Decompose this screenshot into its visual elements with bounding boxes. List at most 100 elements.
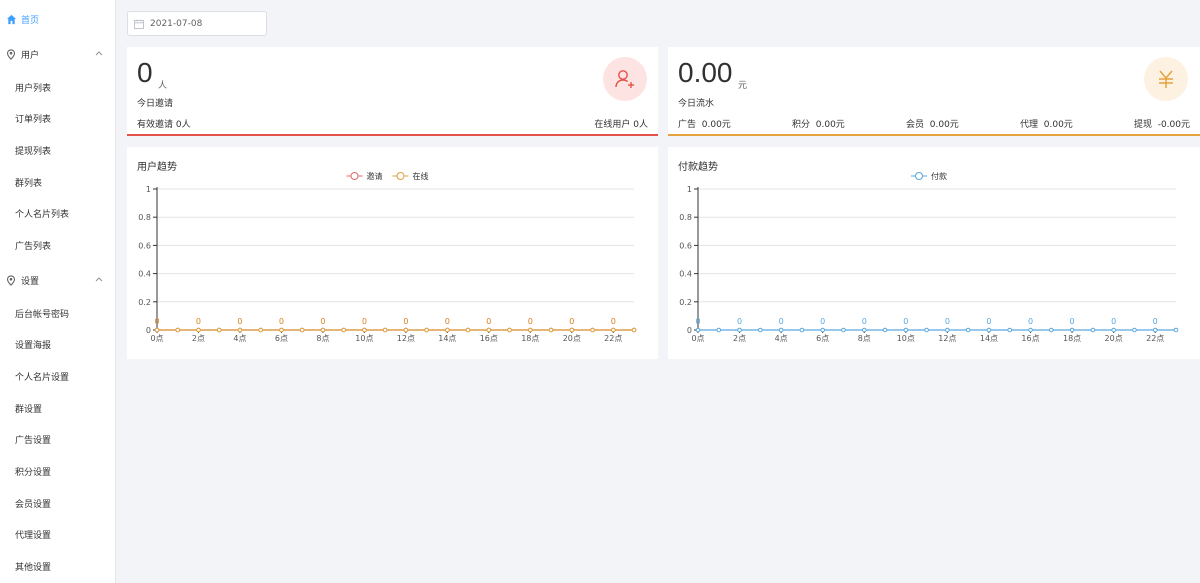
flow-accent-line — [668, 134, 1200, 136]
sidebar-item[interactable]: 订单列表 — [0, 105, 116, 133]
data-point — [237, 327, 243, 333]
main-content: 2021-07-08 0 人 今日邀请 有效邀请 0人 在线用户 0人 0.00… — [117, 0, 1200, 583]
x-tick-label: 8点 — [858, 334, 871, 343]
location-icon — [5, 48, 17, 60]
sidebar-item[interactable]: 广告列表 — [0, 232, 116, 260]
sidebar-item[interactable]: 提现列表 — [0, 136, 116, 164]
data-point — [778, 327, 784, 333]
data-point — [362, 327, 367, 333]
flow-card: 0.00 元 今日流水 广告 0.00元 积分 0.00元 会员 0.00元 代理 0… — [668, 47, 1200, 136]
sidebar-item-label: 会员设置 — [15, 499, 52, 510]
data-label: 0 — [862, 317, 867, 326]
valid-invite-label: 有效邀请 — [137, 120, 174, 130]
sidebar-item-label: 积分设置 — [15, 468, 52, 478]
x-tick-label: 16点 — [1021, 334, 1039, 343]
data-point — [1173, 327, 1179, 333]
data-point — [965, 327, 971, 333]
data-label: 0 — [737, 317, 742, 326]
data-label: 0 — [820, 317, 825, 326]
data-point — [1111, 327, 1116, 333]
sidebar-group-label: 设置 — [21, 276, 40, 287]
y-tick-label: 0.4 — [679, 270, 692, 279]
sidebar-item[interactable]: 广告设置 — [0, 426, 116, 454]
sidebar-item[interactable]: 会员设置 — [0, 489, 116, 517]
sidebar-item-label: 设置海报 — [15, 341, 52, 352]
data-point — [590, 327, 595, 333]
sidebar-item-label: 个人名片设置 — [15, 372, 70, 383]
invite-accent-line — [127, 134, 658, 136]
data-label: 0 — [611, 317, 616, 326]
legend-swatch-marker — [350, 172, 359, 180]
x-tick-label: 16点 — [480, 334, 498, 343]
user-trend-chart: 00.20.40.60.810点 2点 4点 6点 8点 10点 12点 14点 16点 18点 2… — [138, 171, 637, 343]
data-point — [716, 327, 722, 333]
data-point — [1028, 327, 1033, 333]
data-point — [175, 327, 181, 333]
sidebar-item-label: 提现列表 — [15, 146, 52, 157]
chevron-up-icon — [94, 275, 104, 283]
data-point — [1132, 327, 1137, 333]
data-label: 0 — [528, 317, 533, 326]
sidebar-item-label: 广告设置 — [15, 436, 52, 447]
data-point — [548, 327, 554, 333]
legend-label: 付款 — [931, 171, 947, 181]
y-tick-label: 0.4 — [138, 270, 151, 279]
data-point — [507, 327, 512, 333]
date-picker[interactable]: 2021-07-08 — [127, 11, 267, 36]
data-point — [1152, 327, 1158, 333]
data-point — [1090, 327, 1096, 333]
x-tick-label: 14点 — [438, 334, 456, 343]
invite-count: 0 — [137, 57, 153, 88]
data-label: 0 — [403, 317, 408, 326]
sidebar-item[interactable]: 个人名片设置 — [0, 362, 116, 390]
x-tick-label: 10点 — [897, 334, 915, 343]
data-label: 0 — [279, 317, 284, 326]
sidebar-item-label: 用户列表 — [15, 83, 52, 94]
payment-trend-chart: 00.20.40.60.810点 2点 4点 6点 8点 10点 12点 14点 16点 18点 2… — [679, 171, 1179, 343]
data-point — [924, 327, 929, 333]
flow-stat-label: 积分 — [792, 120, 811, 130]
sidebar: 首页 用户 用户列表订单列表提现列表群列表个人名片列表 广告列表 设置 后台帐号密… — [0, 0, 116, 583]
sidebar-item[interactable]: 积分设置 — [0, 458, 116, 486]
sidebar-item[interactable]: 其他设置 — [0, 553, 116, 581]
payment-trend-card: 付款趋势 0 0.2 0.4 0.6 0.8 1 0点 2点 4点 6点 8点 10点 12点 14点 16… — [668, 147, 1200, 359]
x-tick-label: 2点 — [733, 334, 746, 343]
flow-stat: 提现 -0.00元 — [1134, 117, 1190, 130]
sidebar-item[interactable]: 用户列表 — [0, 73, 116, 101]
legend-swatch-marker — [396, 172, 405, 180]
sidebar-item[interactable]: 群设置 — [0, 394, 116, 422]
data-point — [528, 327, 533, 333]
data-label: 0 — [1028, 317, 1033, 326]
sidebar-item[interactable]: 设置海报 — [0, 331, 116, 359]
x-tick-label: 20点 — [1105, 334, 1123, 343]
flow-stat: 积分 0.00元 — [792, 117, 845, 130]
data-point — [320, 327, 326, 333]
sidebar-item[interactable]: 后台帐号密码 — [0, 299, 116, 327]
data-point — [216, 327, 222, 333]
data-point — [631, 327, 637, 333]
home-icon — [5, 13, 17, 25]
sidebar-item[interactable]: 个人名片列表 — [0, 200, 116, 228]
data-point — [445, 327, 450, 333]
valid-invite-value: 0人 — [175, 120, 191, 130]
x-tick-label: 12点 — [938, 334, 956, 343]
sidebar-item-label: 其他设置 — [15, 563, 52, 574]
data-point — [945, 327, 950, 333]
flow-stat-label: 提现 — [1133, 120, 1152, 130]
sidebar-group-user[interactable]: 用户 — [0, 40, 116, 68]
sidebar-group-settings[interactable]: 设置 — [0, 266, 116, 294]
data-point — [799, 327, 805, 333]
sidebar-item-home[interactable]: 首页 — [0, 5, 116, 33]
data-label: 0 — [1153, 317, 1158, 326]
data-point — [610, 327, 616, 333]
data-point — [424, 327, 429, 333]
data-label: 0 — [237, 317, 242, 326]
flow-unit: 元 — [738, 81, 748, 91]
data-label: 0 — [695, 317, 700, 326]
sidebar-item[interactable]: 代理设置 — [0, 521, 116, 549]
sidebar-item[interactable]: 群列表 — [0, 168, 116, 196]
x-tick-label: 6点 — [275, 334, 288, 343]
data-label: 0 — [154, 317, 159, 326]
date-value: 2021-07-08 — [150, 18, 203, 29]
sidebar-item-label: 群设置 — [15, 404, 43, 415]
